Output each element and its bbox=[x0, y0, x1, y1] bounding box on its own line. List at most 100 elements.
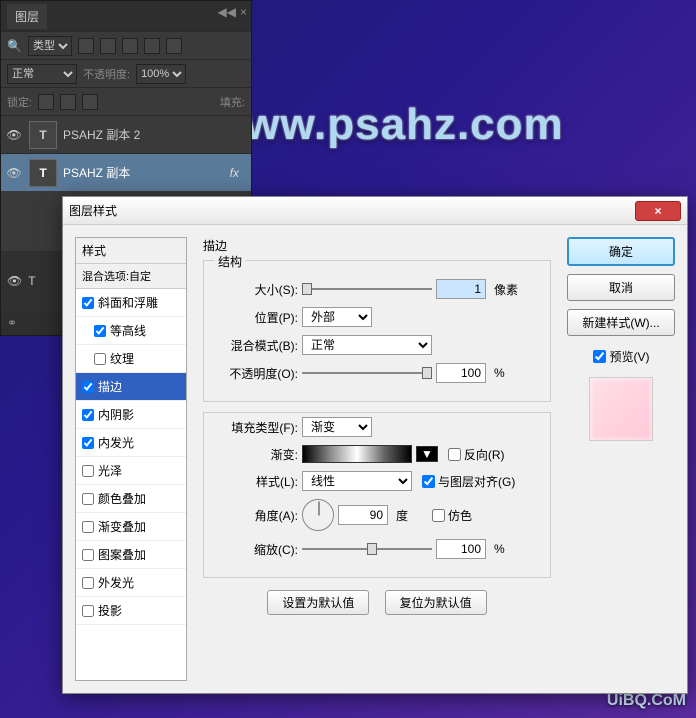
reset-default-button[interactable]: 复位为默认值 bbox=[385, 590, 487, 615]
fx-badge[interactable]: fx bbox=[230, 166, 247, 180]
inner-shadow-checkbox[interactable] bbox=[82, 409, 94, 421]
structure-legend: 结构 bbox=[214, 253, 246, 270]
new-style-button[interactable]: 新建样式(W)... bbox=[567, 309, 675, 336]
size-slider[interactable] bbox=[302, 281, 432, 297]
opacity-input[interactable] bbox=[436, 363, 486, 383]
position-select[interactable]: 外部 bbox=[302, 307, 372, 327]
style-inner-glow[interactable]: 内发光 bbox=[76, 429, 186, 457]
scale-slider[interactable] bbox=[302, 541, 432, 557]
filter-adjust-icon[interactable] bbox=[100, 38, 116, 54]
opacity-row: 不透明度(O): % bbox=[216, 363, 538, 383]
panel-filter-row: 🔍 类型 bbox=[1, 31, 251, 59]
bevel-checkbox[interactable] bbox=[82, 297, 94, 309]
dither-checkbox-group: 仿色 bbox=[432, 507, 472, 524]
ok-button[interactable]: 确定 bbox=[567, 237, 675, 266]
angle-dial[interactable] bbox=[302, 499, 334, 531]
dialog-content: 描边 结构 大小(S): 像素 位置(P): 外部 混合模式(B): 正常 bbox=[195, 237, 559, 681]
dialog-body: 样式 混合选项:自定 斜面和浮雕 等高线 纹理 描边 内阴影 内发光 光泽 颜色… bbox=[63, 225, 687, 693]
gradient-label: 渐变: bbox=[216, 446, 298, 463]
drop-shadow-checkbox[interactable] bbox=[82, 605, 94, 617]
visibility-icon[interactable]: 👁 bbox=[5, 166, 23, 180]
style-bevel[interactable]: 斜面和浮雕 bbox=[76, 289, 186, 317]
dialog-title: 图层样式 bbox=[69, 202, 635, 219]
align-checkbox-group: 与图层对齐(G) bbox=[422, 473, 515, 490]
filltype-select[interactable]: 渐变 bbox=[302, 417, 372, 437]
angle-input[interactable] bbox=[338, 505, 388, 525]
reverse-checkbox-group: 反向(R) bbox=[448, 446, 505, 463]
style-select[interactable]: 线性 bbox=[302, 471, 412, 491]
set-default-button[interactable]: 设置为默认值 bbox=[267, 590, 369, 615]
lock-all-icon[interactable] bbox=[82, 94, 98, 110]
opacity-label: 不透明度(O): bbox=[216, 365, 298, 382]
preview-checkbox-group: 预览(V) bbox=[567, 348, 675, 365]
style-drop-shadow[interactable]: 投影 bbox=[76, 597, 186, 625]
cancel-button[interactable]: 取消 bbox=[567, 274, 675, 301]
layer-thumb-type-icon: T bbox=[29, 159, 57, 187]
inner-glow-checkbox[interactable] bbox=[82, 437, 94, 449]
filter-shape-icon[interactable] bbox=[144, 38, 160, 54]
preview-checkbox[interactable] bbox=[593, 350, 606, 363]
size-unit: 像素 bbox=[494, 281, 518, 298]
texture-checkbox[interactable] bbox=[94, 353, 106, 365]
close-panel-icon[interactable]: × bbox=[240, 5, 247, 19]
visibility-icon[interactable]: 👁 bbox=[7, 274, 22, 288]
gradient-overlay-checkbox[interactable] bbox=[82, 521, 94, 533]
section-title: 描边 bbox=[203, 237, 551, 254]
dither-checkbox[interactable] bbox=[432, 509, 445, 522]
styles-header[interactable]: 样式 bbox=[76, 238, 186, 264]
outer-glow-checkbox[interactable] bbox=[82, 577, 94, 589]
collapse-icon[interactable]: ◀◀ bbox=[218, 5, 236, 19]
lock-position-icon[interactable] bbox=[60, 94, 76, 110]
preview-swatch bbox=[589, 377, 653, 441]
gradient-preview[interactable] bbox=[302, 445, 412, 463]
opacity-select[interactable]: 100% bbox=[136, 64, 186, 84]
dialog-titlebar[interactable]: 图层样式 × bbox=[63, 197, 687, 225]
gradient-dropdown-icon[interactable]: ▼ bbox=[416, 446, 438, 462]
layer-name: PSAHZ 副本 2 bbox=[63, 126, 140, 143]
style-inner-shadow[interactable]: 内阴影 bbox=[76, 401, 186, 429]
fill-label: 填充: bbox=[220, 94, 245, 110]
satin-checkbox[interactable] bbox=[82, 465, 94, 477]
reverse-checkbox[interactable] bbox=[448, 448, 461, 461]
opacity-unit: % bbox=[494, 366, 505, 380]
color-overlay-checkbox[interactable] bbox=[82, 493, 94, 505]
style-color-overlay[interactable]: 颜色叠加 bbox=[76, 485, 186, 513]
blend-options[interactable]: 混合选项:自定 bbox=[76, 264, 186, 289]
angle-unit: 度 bbox=[396, 507, 408, 524]
style-contour[interactable]: 等高线 bbox=[76, 317, 186, 345]
style-outer-glow[interactable]: 外发光 bbox=[76, 569, 186, 597]
blend-label: 混合模式(B): bbox=[216, 337, 298, 354]
align-checkbox[interactable] bbox=[422, 475, 435, 488]
pattern-overlay-checkbox[interactable] bbox=[82, 549, 94, 561]
filter-smart-icon[interactable] bbox=[166, 38, 182, 54]
kind-select[interactable]: 类型 bbox=[28, 36, 72, 56]
layer-item-1[interactable]: 👁 T PSAHZ 副本 2 bbox=[1, 115, 251, 153]
panel-controls: ◀◀ × bbox=[218, 5, 247, 19]
structure-fieldset: 结构 大小(S): 像素 位置(P): 外部 混合模式(B): 正常 不透明度(… bbox=[203, 260, 551, 402]
style-row: 样式(L): 线性 与图层对齐(G) bbox=[216, 471, 538, 491]
opacity-slider[interactable] bbox=[302, 365, 432, 381]
stroke-checkbox[interactable] bbox=[82, 381, 94, 393]
fill-fieldset: 填充类型(F): 渐变 渐变: ▼ 反向(R) 样式(L): 线性 与图层对齐(… bbox=[203, 412, 551, 578]
close-button[interactable]: × bbox=[635, 201, 681, 221]
blend-select[interactable]: 正常 bbox=[302, 335, 432, 355]
visibility-icon[interactable]: 👁 bbox=[5, 128, 23, 142]
lock-pixels-icon[interactable] bbox=[38, 94, 54, 110]
style-pattern-overlay[interactable]: 图案叠加 bbox=[76, 541, 186, 569]
filter-pixel-icon[interactable] bbox=[78, 38, 94, 54]
style-texture[interactable]: 纹理 bbox=[76, 345, 186, 373]
size-input[interactable] bbox=[436, 279, 486, 299]
contour-checkbox[interactable] bbox=[94, 325, 106, 337]
link-icon[interactable]: ⚭ bbox=[7, 316, 17, 330]
blend-mode-select[interactable]: 正常 bbox=[7, 64, 77, 84]
layer-item-2[interactable]: 👁 T PSAHZ 副本 fx bbox=[1, 153, 251, 191]
filter-type-icon[interactable] bbox=[122, 38, 138, 54]
layer-thumb-type-icon: T bbox=[28, 274, 35, 288]
scale-input[interactable] bbox=[436, 539, 486, 559]
style-satin[interactable]: 光泽 bbox=[76, 457, 186, 485]
filltype-row: 填充类型(F): 渐变 bbox=[216, 417, 538, 437]
tab-layers[interactable]: 图层 bbox=[7, 4, 47, 29]
style-stroke[interactable]: 描边 bbox=[76, 373, 186, 401]
angle-label: 角度(A): bbox=[216, 507, 298, 524]
style-gradient-overlay[interactable]: 渐变叠加 bbox=[76, 513, 186, 541]
